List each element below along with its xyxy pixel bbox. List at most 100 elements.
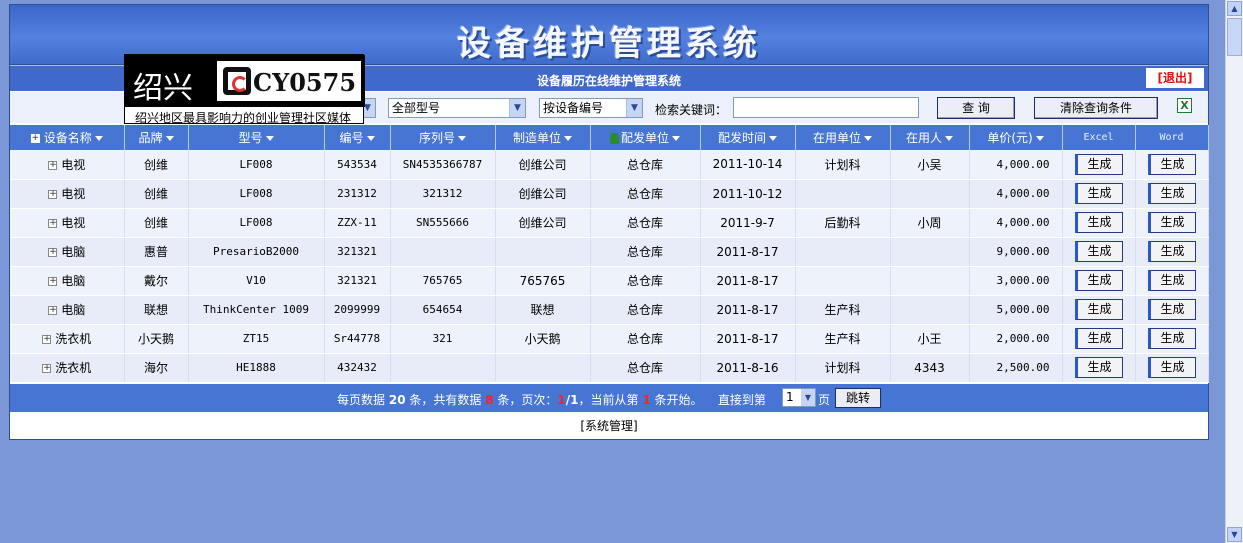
generate-excel-button[interactable]: 生成 <box>1074 183 1123 204</box>
cell-name: + 电脑 <box>10 237 125 267</box>
system-admin-link[interactable]: [系统管理] <box>10 417 1208 434</box>
scroll-thumb[interactable] <box>1227 18 1242 56</box>
table-cell <box>890 266 970 296</box>
table-cell <box>390 237 496 267</box>
total-count: 8 <box>485 393 494 407</box>
sort-icon <box>458 136 466 141</box>
col-header-model[interactable]: 型号 <box>188 125 325 150</box>
generate-excel-button[interactable]: 生成 <box>1074 357 1123 378</box>
table-cell: 2011-10-14 <box>700 150 796 180</box>
table-cell <box>495 237 591 267</box>
table-cell: 2011-8-17 <box>700 324 796 354</box>
cell-excel: 生成 <box>1062 179 1136 209</box>
table-cell: 543534 <box>324 150 391 180</box>
expand-row-icon[interactable]: + <box>48 190 58 199</box>
order-select[interactable]: 按设备编号 ▼ <box>539 98 643 118</box>
table-cell: HE1888 <box>188 353 325 383</box>
col-header-brand[interactable]: 品牌 <box>124 125 189 150</box>
table-cell: LF008 <box>188 150 325 180</box>
vertical-scrollbar[interactable]: ▲ ▼ <box>1225 0 1243 543</box>
table-cell: 总仓库 <box>590 266 701 296</box>
equipment-table: + 设备名称 品牌 型号 编号 序列号 制造单位 配发单位 配发时间 在用单位 在… <box>10 125 1209 383</box>
sort-icon <box>366 136 375 141</box>
col-header-manufacturer[interactable]: 制造单位 <box>495 125 591 150</box>
page-select[interactable]: 1 ▼ <box>782 388 816 407</box>
keyword-input[interactable] <box>733 97 919 118</box>
chevron-down-icon: ▼ <box>801 389 815 406</box>
table-cell: 4,000.00 <box>969 150 1063 180</box>
generate-word-button[interactable]: 生成 <box>1147 357 1196 378</box>
table-cell: 创维公司 <box>495 150 591 180</box>
sort-icon <box>165 136 174 141</box>
expand-row-icon[interactable]: + <box>48 219 58 228</box>
table-header-row: + 设备名称 品牌 型号 编号 序列号 制造单位 配发单位 配发时间 在用单位 在… <box>10 125 1209 150</box>
generate-excel-button[interactable]: 生成 <box>1074 241 1123 262</box>
table-cell: 小天鹅 <box>124 324 189 354</box>
table-cell: 小吴 <box>890 150 970 180</box>
table-cell <box>390 353 496 383</box>
keyword-label: 检索关键词： <box>655 103 728 117</box>
col-header-name[interactable]: + 设备名称 <box>10 125 125 150</box>
expand-row-icon[interactable]: + <box>48 306 58 315</box>
table-cell: 计划科 <box>795 150 891 180</box>
col-header-issuer[interactable]: 配发单位 <box>590 125 701 150</box>
cell-excel: 生成 <box>1062 150 1136 180</box>
order-select-value: 按设备编号 <box>543 101 604 115</box>
table-row: + 电脑 联想 ThinkCenter 1009 2099999 654654 联想 总仓库 2… <box>10 295 1209 325</box>
table-cell: 2011-10-12 <box>700 179 796 209</box>
col-header-number[interactable]: 编号 <box>324 125 391 150</box>
generate-word-button[interactable]: 生成 <box>1147 270 1196 291</box>
table-cell: SN4535366787 <box>390 150 496 180</box>
table-cell: 321321 <box>324 237 391 267</box>
generate-word-button[interactable]: 生成 <box>1147 212 1196 233</box>
col-header-issue-date[interactable]: 配发时间 <box>700 125 796 150</box>
generate-excel-button[interactable]: 生成 <box>1074 299 1123 320</box>
col-header-serial[interactable]: 序列号 <box>390 125 496 150</box>
model-select[interactable]: 全部型号 ▼ <box>388 98 526 118</box>
table-cell: 3,000.00 <box>969 266 1063 296</box>
generate-excel-button[interactable]: 生成 <box>1074 328 1123 349</box>
scroll-down-icon[interactable]: ▼ <box>1227 527 1242 542</box>
generate-word-button[interactable]: 生成 <box>1147 183 1196 204</box>
col-header-using-unit[interactable]: 在用单位 <box>795 125 891 150</box>
sort-icon <box>672 136 680 141</box>
table-cell: 5,000.00 <box>969 295 1063 325</box>
generate-excel-button[interactable]: 生成 <box>1074 270 1123 291</box>
scroll-up-icon[interactable]: ▲ <box>1227 1 1242 16</box>
table-cell <box>795 237 891 267</box>
table-cell <box>795 179 891 209</box>
col-header-price[interactable]: 单价(元) <box>969 125 1063 150</box>
expand-row-icon[interactable]: + <box>48 248 58 257</box>
sort-icon <box>265 136 274 141</box>
excel-export-icon[interactable]: X <box>1177 98 1192 113</box>
pagination-bar: 每页数据 20 条，共有数据 8 条，页次：1/1，当前从第 1 条开始。 直接… <box>10 384 1208 412</box>
generate-word-button[interactable]: 生成 <box>1147 328 1196 349</box>
cell-word: 生成 <box>1135 266 1209 296</box>
logout-link[interactable]: [退出] <box>1146 68 1204 88</box>
jump-button[interactable]: 跳转 <box>835 388 881 408</box>
expand-row-icon[interactable]: + <box>42 364 52 373</box>
expand-row-icon[interactable]: + <box>48 277 58 286</box>
generate-excel-button[interactable]: 生成 <box>1074 212 1123 233</box>
table-cell: 创维公司 <box>495 179 591 209</box>
logo-code: CY0575 <box>253 68 357 97</box>
expand-row-icon[interactable]: + <box>48 160 58 170</box>
generate-word-button[interactable]: 生成 <box>1147 299 1196 320</box>
table-cell: 创维公司 <box>495 208 591 238</box>
generate-word-button[interactable]: 生成 <box>1147 153 1196 175</box>
cell-name: + 电视 <box>10 150 125 180</box>
expand-row-icon[interactable]: + <box>42 335 52 344</box>
sort-icon <box>864 136 872 141</box>
table-cell: 4,000.00 <box>969 208 1063 238</box>
generate-word-button[interactable]: 生成 <box>1147 241 1196 262</box>
col-header-user[interactable]: 在用人 <box>890 125 970 150</box>
expand-all-icon[interactable]: + <box>30 134 40 143</box>
query-button[interactable]: 查 询 <box>937 97 1015 119</box>
generate-excel-button[interactable]: 生成 <box>1074 153 1123 175</box>
table-row: + 电视 创维 LF008 ZZX-11 SN555666 创维公司 总仓库 2011-9-7 后… <box>10 208 1209 238</box>
cell-name: + 电脑 <box>10 295 125 325</box>
table-cell: 2,500.00 <box>969 353 1063 383</box>
clear-query-button[interactable]: 清除查询条件 <box>1034 97 1158 119</box>
cell-word: 生成 <box>1135 150 1209 180</box>
cell-name: + 洗衣机 <box>10 324 125 354</box>
